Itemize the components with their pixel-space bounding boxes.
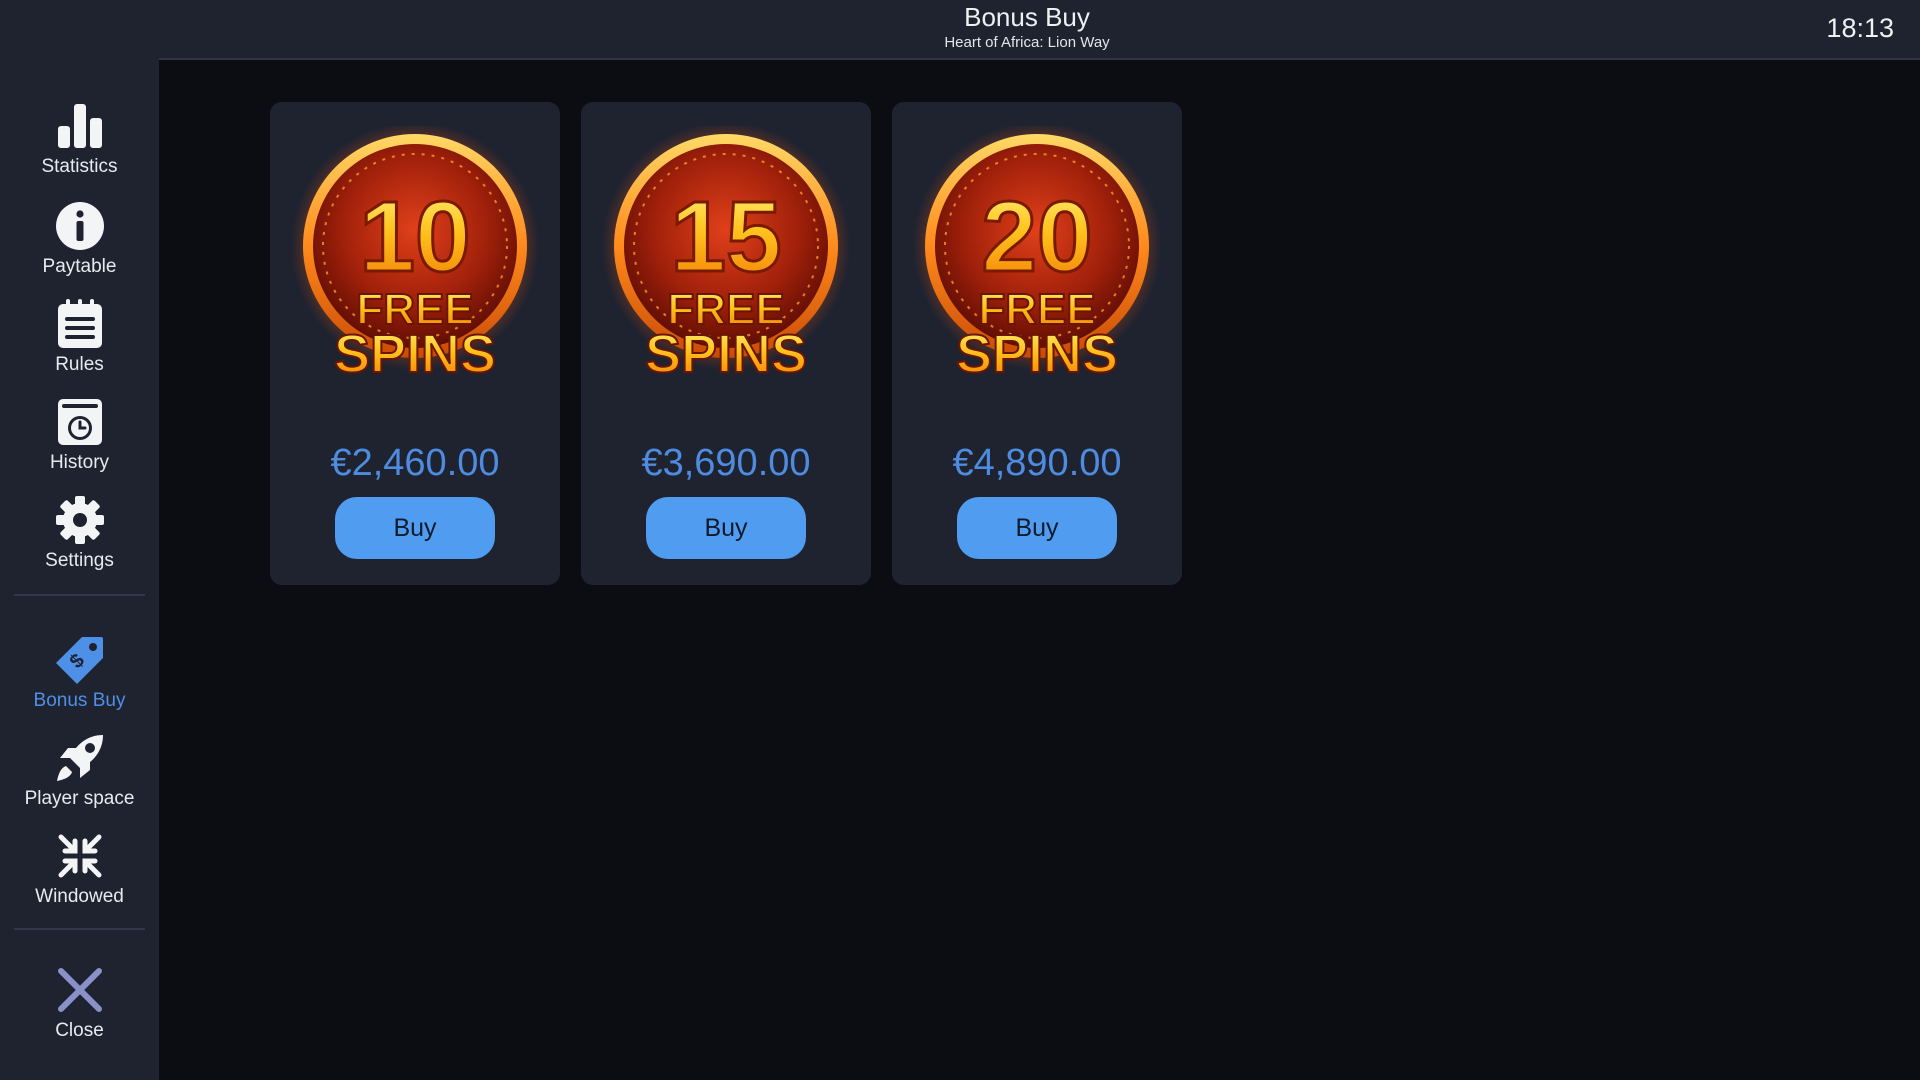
- bonus-offer-card: 15 FREE SPINS €3,690.00 Buy: [581, 102, 871, 585]
- badge-line-spins: SPINS: [334, 324, 496, 384]
- sidebar-item-close[interactable]: Close: [0, 964, 159, 1056]
- clock: 18:13: [1826, 13, 1894, 43]
- offer-price: €4,890.00: [952, 442, 1122, 484]
- free-spins-badge: 10 FREE SPINS: [291, 126, 539, 385]
- free-spins-badge: 15 FREE SPINS: [602, 126, 850, 385]
- bonus-offer-card: 20 FREE SPINS €4,890.00 Buy: [892, 102, 1182, 585]
- sidebar-item-label: Bonus Buy: [33, 690, 126, 711]
- free-spins-badge: 20 FREE SPINS: [913, 126, 1161, 385]
- sidebar-item-history[interactable]: History: [0, 396, 159, 488]
- sidebar-item-windowed[interactable]: Windowed: [0, 830, 159, 922]
- collapse-arrows-icon: [54, 830, 106, 882]
- sidebar-item-player-space[interactable]: Player space: [0, 732, 159, 824]
- rocket-icon: [54, 732, 106, 784]
- badge-line-spins: SPINS: [956, 324, 1118, 384]
- close-icon: [54, 964, 106, 1016]
- history-clock-icon: [54, 396, 106, 448]
- price-tag-icon: $: [54, 634, 106, 686]
- sidebar-item-bonus-buy[interactable]: $ Bonus Buy: [0, 634, 159, 726]
- sidebar: Statistics Paytable Rules History Settin…: [0, 0, 159, 1080]
- bonus-offer-card: 10 FREE SPINS €2,460.00 Buy: [270, 102, 560, 585]
- sidebar-item-label: Rules: [55, 354, 104, 375]
- header-bar: Bonus Buy Heart of Africa: Lion Way 18:1…: [159, 0, 1920, 60]
- buy-button[interactable]: Buy: [335, 497, 495, 559]
- sidebar-item-label: Statistics: [41, 156, 118, 177]
- badge-line-spins: SPINS: [645, 324, 807, 384]
- sidebar-item-paytable[interactable]: Paytable: [0, 200, 159, 292]
- sidebar-divider: [14, 594, 145, 596]
- bar-chart-icon: [54, 100, 106, 152]
- sidebar-item-label: History: [49, 452, 110, 473]
- page-title: Bonus Buy: [964, 2, 1090, 32]
- sidebar-item-statistics[interactable]: Statistics: [0, 100, 159, 192]
- notepad-icon: [54, 298, 106, 350]
- offer-price: €3,690.00: [641, 442, 811, 484]
- sidebar-divider: [14, 928, 145, 930]
- sidebar-item-label: Settings: [45, 550, 114, 571]
- game-subtitle: Heart of Africa: Lion Way: [944, 34, 1110, 51]
- sidebar-item-label: Windowed: [35, 886, 124, 907]
- badge-spin-count: 10: [359, 181, 470, 293]
- offer-price: €2,460.00: [330, 442, 500, 484]
- sidebar-item-rules[interactable]: Rules: [0, 298, 159, 390]
- sidebar-item-label: Paytable: [42, 256, 117, 277]
- badge-spin-count: 15: [670, 181, 781, 293]
- gear-icon: [54, 494, 106, 546]
- sidebar-item-label: Player space: [24, 788, 135, 809]
- sidebar-item-settings[interactable]: Settings: [0, 494, 159, 586]
- badge-spin-count: 20: [981, 181, 1092, 293]
- sidebar-item-label: Close: [55, 1020, 104, 1041]
- buy-button[interactable]: Buy: [957, 497, 1117, 559]
- info-icon: [54, 200, 106, 252]
- buy-button[interactable]: Buy: [646, 497, 806, 559]
